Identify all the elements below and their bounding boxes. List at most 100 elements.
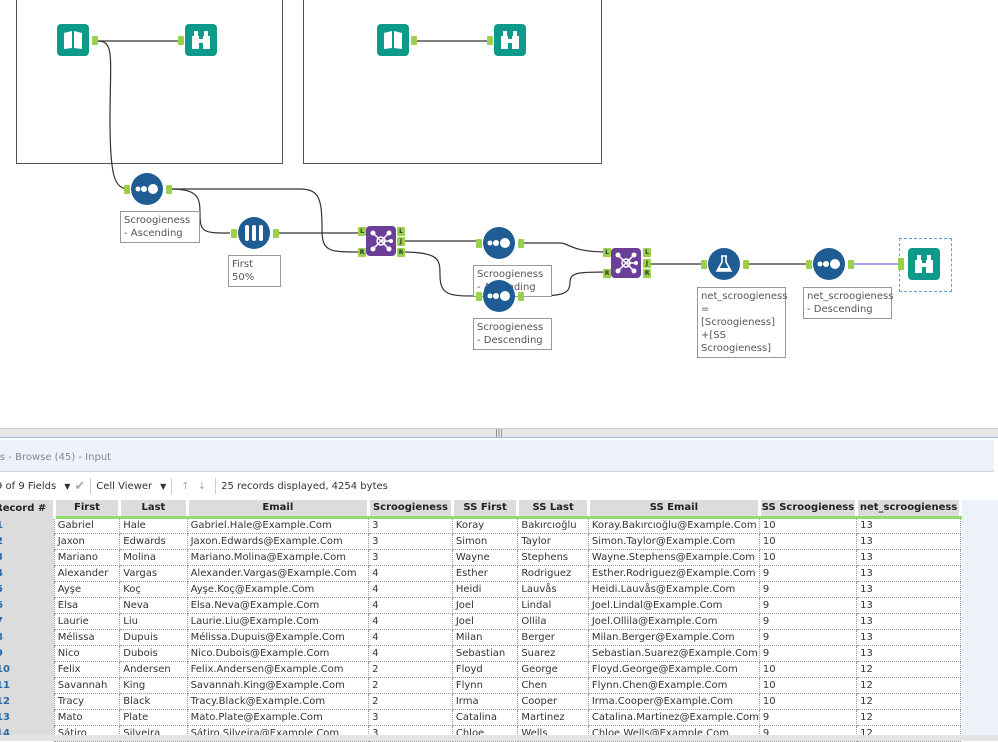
table-cell[interactable]: Wayne [451, 548, 519, 566]
table-cell[interactable]: Felix.Andersen@Example.Com [186, 660, 370, 678]
table-cell[interactable]: Tracy [53, 692, 121, 710]
table-cell[interactable]: Ollila [517, 612, 589, 630]
output-anchor[interactable] [743, 260, 749, 269]
table-cell[interactable]: 9 [758, 564, 858, 582]
table-cell[interactable]: Taylor [517, 532, 589, 550]
input-data-book-icon[interactable] [377, 24, 409, 56]
table-row[interactable]: 11SavannahKingSavannah.King@Example.Com2… [0, 676, 961, 694]
join-joined-output[interactable]: J [643, 259, 651, 268]
output-anchor[interactable] [848, 260, 854, 269]
output-anchor[interactable] [166, 185, 172, 194]
table-cell[interactable]: Black [119, 692, 188, 710]
table-cell[interactable]: Esther [451, 564, 519, 582]
record-number[interactable]: 6 [0, 597, 55, 613]
input-anchor[interactable] [124, 185, 130, 194]
sort1-label[interactable]: Scroogieness - Ascending [120, 211, 200, 243]
record-number[interactable]: 12 [0, 693, 55, 709]
formula-label[interactable]: net_scroogieness = [Scroogieness] +[SS S… [697, 287, 787, 358]
formula-flask-icon[interactable] [708, 248, 740, 280]
table-cell[interactable]: Catalina.Martinez@Example.Com [587, 708, 760, 726]
checkmark-icon[interactable]: ✔ [74, 479, 85, 494]
record-number[interactable]: 5 [0, 581, 55, 597]
output-anchor[interactable] [92, 36, 98, 45]
join-icon[interactable] [366, 226, 396, 256]
sample-tubes-icon[interactable] [238, 217, 270, 249]
table-cell[interactable]: Nico.Dubois@Example.Com [186, 644, 370, 662]
table-cell[interactable]: Ayşe.Koç@Example.Com [186, 580, 370, 598]
join-right-anchor[interactable]: R [603, 269, 611, 278]
table-cell[interactable]: Mélissa.Dupuis@Example.Com [186, 628, 370, 646]
table-cell[interactable]: Cooper [517, 692, 589, 710]
table-cell[interactable]: Mato [53, 708, 121, 726]
table-cell[interactable]: 12 [856, 676, 961, 694]
table-row[interactable]: 1GabrielHaleGabriel.Hale@Example.Com3Kor… [0, 516, 961, 534]
table-cell[interactable]: Martinez [517, 708, 589, 726]
table-cell[interactable]: 9 [758, 580, 858, 598]
arrow-up-icon[interactable]: ↑ [181, 481, 189, 492]
table-cell[interactable]: Joel.Lindal@Example.Com [587, 596, 760, 614]
table-cell[interactable]: Tracy.Black@Example.Com [186, 692, 370, 710]
record-number[interactable]: 1 [0, 517, 55, 533]
record-number[interactable]: 11 [0, 677, 55, 693]
table-cell[interactable]: Joel [451, 596, 519, 614]
table-cell[interactable]: 12 [856, 660, 961, 678]
table-cell[interactable]: Milan [451, 628, 519, 646]
table-cell[interactable]: Heidi [451, 580, 519, 598]
join-left-output[interactable]: L [397, 227, 405, 236]
input-anchor[interactable] [476, 239, 482, 248]
column-header[interactable]: Last [119, 500, 189, 519]
column-header[interactable]: Record # [0, 500, 56, 517]
table-cell[interactable]: 4 [368, 644, 453, 662]
sort-icon[interactable] [483, 227, 515, 259]
column-header[interactable]: First [54, 500, 122, 519]
table-cell[interactable]: Edwards [119, 532, 188, 550]
table-cell[interactable]: 12 [856, 692, 961, 710]
results-grid[interactable]: Record # First Last Email Scroogieness SS Fir… [0, 500, 962, 742]
table-cell[interactable]: George [517, 660, 589, 678]
table-cell[interactable]: Gabriel [53, 516, 121, 534]
table-cell[interactable]: 3 [368, 548, 453, 566]
table-cell[interactable]: Bakırcıoğlu [517, 516, 589, 534]
input-anchor[interactable] [806, 260, 812, 269]
column-header[interactable]: Scroogieness [368, 500, 454, 519]
table-cell[interactable]: 10 [758, 516, 858, 534]
table-cell[interactable]: 9 [758, 596, 858, 614]
input-anchor[interactable] [701, 260, 707, 269]
table-cell[interactable]: Koray [451, 516, 519, 534]
table-cell[interactable]: 13 [856, 516, 961, 534]
table-cell[interactable]: Koç [119, 580, 188, 598]
table-cell[interactable]: Berger [517, 628, 589, 646]
table-cell[interactable]: Floyd.George@Example.Com [587, 660, 760, 678]
table-row[interactable]: 10FelixAndersenFelix.Andersen@Example.Co… [0, 660, 961, 678]
table-cell[interactable]: 9 [758, 628, 858, 646]
table-cell[interactable]: Elsa [53, 596, 121, 614]
record-number[interactable]: 8 [0, 629, 55, 645]
table-cell[interactable]: 10 [758, 692, 858, 710]
table-cell[interactable]: Heidi.Lauvås@Example.Com [587, 580, 760, 598]
table-cell[interactable]: 13 [856, 580, 961, 598]
join-left-anchor[interactable]: L [603, 248, 611, 257]
table-cell[interactable]: Catalina [451, 708, 519, 726]
table-cell[interactable]: Plate [119, 708, 188, 726]
table-cell[interactable]: 13 [856, 596, 961, 614]
table-cell[interactable]: Simon.Taylor@Example.Com [587, 532, 760, 550]
chevron-down-icon[interactable]: ▼ [160, 482, 166, 491]
join-right-anchor[interactable]: R [358, 248, 366, 257]
table-cell[interactable]: 4 [368, 580, 453, 598]
table-cell[interactable]: Irma [451, 692, 519, 710]
table-cell[interactable]: Chen [517, 676, 589, 694]
table-row[interactable]: 6ElsaNevaElsa.Neva@Example.Com4JoelLinda… [0, 596, 961, 614]
sort-icon[interactable] [131, 173, 163, 205]
table-cell[interactable]: Dubois [119, 644, 188, 662]
table-cell[interactable]: Floyd [451, 660, 519, 678]
table-cell[interactable]: Vargas [119, 564, 188, 582]
input-anchor[interactable] [178, 36, 184, 45]
output-anchor[interactable] [411, 36, 417, 45]
sort-icon[interactable] [813, 248, 845, 280]
table-cell[interactable]: 9 [758, 612, 858, 630]
table-cell[interactable]: Irma.Cooper@Example.Com [587, 692, 760, 710]
table-cell[interactable]: Mariano.Molina@Example.Com [186, 548, 370, 566]
column-header[interactable]: SS Email [588, 500, 761, 519]
output-anchor[interactable] [518, 239, 524, 248]
table-cell[interactable]: Sebastian [451, 644, 519, 662]
